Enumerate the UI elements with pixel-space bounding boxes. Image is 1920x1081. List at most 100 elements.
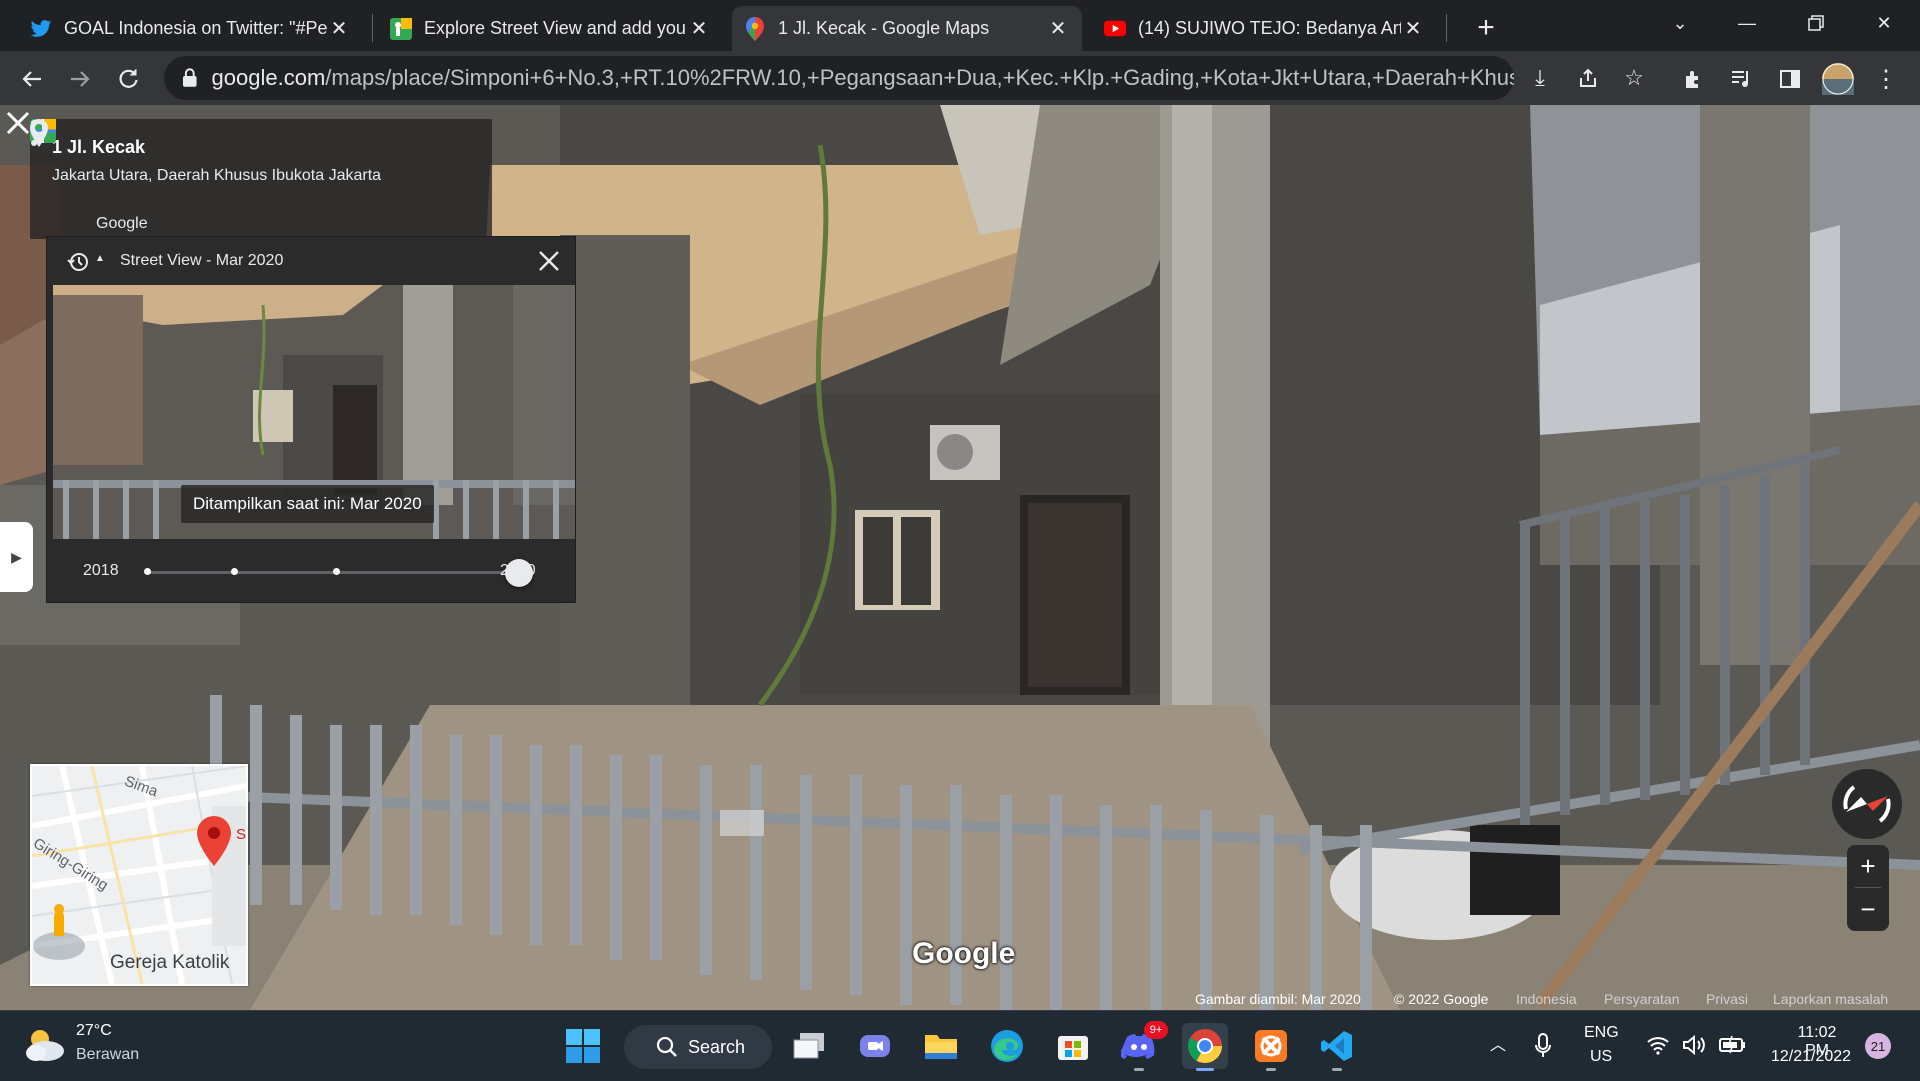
language-indicator[interactable]: ENG bbox=[1584, 1024, 1619, 1042]
keyboard-layout[interactable]: US bbox=[1590, 1048, 1612, 1066]
running-indicator bbox=[1134, 1068, 1144, 1071]
search-icon bbox=[656, 1036, 677, 1057]
weather-description[interactable]: Berawan bbox=[76, 1046, 139, 1064]
weather-cloudy-icon[interactable] bbox=[22, 1025, 68, 1065]
microphone-icon[interactable] bbox=[1534, 1033, 1552, 1059]
street-view-icon bbox=[390, 17, 412, 40]
close-icon[interactable]: ✕ bbox=[1046, 17, 1070, 41]
street-view-panorama[interactable]: 1 Jl. Kecak Jakarta Utara, Daerah Khusus… bbox=[0, 105, 1920, 1010]
back-button[interactable] bbox=[14, 61, 50, 97]
task-view-icon bbox=[793, 1033, 824, 1059]
new-tab-button[interactable]: + bbox=[1468, 10, 1504, 46]
close-icon[interactable]: ✕ bbox=[687, 17, 711, 41]
browser-toolbar: google.com/maps/place/Simponi+6+No.3,+RT… bbox=[0, 51, 1920, 105]
search-label: Search bbox=[688, 1036, 746, 1057]
terms-link[interactable]: Persyaratan bbox=[1604, 991, 1679, 1007]
map-footer: Gambar diambil: Mar 2020 © 2022 Google I… bbox=[0, 989, 1920, 1010]
tab-street-view[interactable]: Explore Street View and add your ✕ bbox=[378, 6, 723, 51]
country-link[interactable]: Indonesia bbox=[1516, 991, 1577, 1007]
map-place-label: Gereja Katolik bbox=[110, 952, 230, 973]
running-indicator bbox=[1332, 1068, 1342, 1071]
folder-icon bbox=[925, 1035, 957, 1059]
chrome-button[interactable] bbox=[1182, 1023, 1228, 1071]
zoom-in-button[interactable]: + bbox=[1847, 845, 1889, 888]
chevron-up-icon[interactable]: ︿ bbox=[1490, 1031, 1506, 1055]
mini-map[interactable]: Sima Giring-Giring Gereja Katolik S bbox=[30, 764, 248, 986]
map-place-label: S bbox=[236, 826, 247, 843]
wifi-icon[interactable] bbox=[1646, 1035, 1670, 1055]
twitter-icon bbox=[30, 18, 52, 40]
discord-button[interactable]: 9+ bbox=[1116, 1021, 1168, 1071]
slider-tick[interactable] bbox=[144, 568, 151, 575]
forward-button[interactable] bbox=[62, 61, 98, 97]
taskbar-search[interactable]: Search bbox=[624, 1025, 772, 1069]
zoom-out-button[interactable]: − bbox=[1847, 888, 1889, 931]
history-icon[interactable] bbox=[67, 251, 89, 273]
tab-twitter[interactable]: GOAL Indonesia on Twitter: "#Per ✕ bbox=[18, 6, 363, 51]
running-indicator bbox=[1266, 1068, 1276, 1071]
caret-up-icon[interactable]: ▲ bbox=[95, 253, 105, 264]
task-view-button[interactable] bbox=[786, 1023, 832, 1069]
volume-icon[interactable] bbox=[1682, 1035, 1706, 1055]
provider-label: Google bbox=[96, 215, 148, 232]
expand-panel-button[interactable]: ▶ bbox=[0, 522, 33, 592]
tab-divider bbox=[372, 14, 373, 42]
time-machine-preview[interactable]: Ditampilkan saat ini: Mar 2020 bbox=[53, 285, 575, 539]
start-button[interactable] bbox=[560, 1023, 606, 1069]
privacy-link[interactable]: Privasi bbox=[1706, 991, 1748, 1007]
report-problem-link[interactable]: Laporkan masalah bbox=[1773, 991, 1888, 1007]
file-explorer-button[interactable] bbox=[918, 1023, 964, 1069]
side-panel-icon[interactable] bbox=[1772, 61, 1808, 97]
xampp-button[interactable] bbox=[1248, 1023, 1294, 1071]
restore-button[interactable] bbox=[1792, 6, 1840, 40]
bookmark-star-icon[interactable]: ☆ bbox=[1616, 56, 1652, 100]
close-window-button[interactable]: ✕ bbox=[1860, 6, 1908, 40]
url-host: google.com bbox=[211, 65, 326, 90]
google-watermark: Google bbox=[912, 937, 1016, 970]
time-machine-panel: ▲ Street View - Mar 2020 Ditampilkan saa… bbox=[46, 236, 576, 603]
lock-icon[interactable] bbox=[182, 68, 198, 88]
slider-tick[interactable] bbox=[333, 568, 340, 575]
media-control-icon[interactable] bbox=[1724, 61, 1760, 97]
discord-notification-badge: 9+ bbox=[1144, 1021, 1168, 1039]
reload-button[interactable] bbox=[110, 61, 146, 97]
compass-control[interactable] bbox=[1832, 769, 1902, 839]
edge-icon bbox=[991, 1030, 1023, 1062]
battery-icon[interactable] bbox=[1718, 1036, 1746, 1054]
tab-youtube[interactable]: (14) SUJIWO TEJO: Bedanya Artis ✕ bbox=[1092, 6, 1437, 51]
place-title: 1 Jl. Kecak bbox=[52, 137, 146, 157]
address-bar[interactable]: google.com/maps/place/Simponi+6+No.3,+RT… bbox=[164, 56, 1514, 100]
microsoft-store-button[interactable] bbox=[1050, 1023, 1096, 1069]
extensions-icon[interactable] bbox=[1676, 61, 1712, 97]
zoom-controls: + − bbox=[1847, 845, 1889, 931]
vscode-button[interactable] bbox=[1314, 1023, 1360, 1071]
tab-google-maps[interactable]: 1 Jl. Kecak - Google Maps ✕ bbox=[732, 6, 1082, 51]
active-indicator bbox=[1196, 1068, 1214, 1071]
teams-chat-button[interactable] bbox=[852, 1023, 898, 1069]
time-machine-title: Street View - Mar 2020 bbox=[120, 252, 284, 269]
menu-icon[interactable]: ⋮ bbox=[1868, 61, 1904, 97]
install-icon[interactable]: ⤓ bbox=[1522, 56, 1558, 100]
edge-button[interactable] bbox=[984, 1023, 1030, 1069]
place-info-card: 1 Jl. Kecak Jakarta Utara, Daerah Khusus… bbox=[30, 119, 492, 239]
year-slider[interactable]: 2018 2020 bbox=[47, 539, 575, 602]
tab-search-chevron-icon[interactable]: ⌄ bbox=[1656, 6, 1704, 40]
slider-tick[interactable] bbox=[231, 568, 238, 575]
close-icon[interactable]: ✕ bbox=[327, 17, 351, 41]
profile-avatar[interactable] bbox=[1820, 61, 1856, 97]
close-icon[interactable]: ✕ bbox=[1401, 17, 1425, 41]
url-text[interactable]: google.com/maps/place/Simponi+6+No.3,+RT… bbox=[212, 65, 1514, 91]
notification-badge[interactable]: 21 bbox=[1865, 1033, 1891, 1059]
chat-icon bbox=[860, 1035, 890, 1057]
share-icon[interactable] bbox=[1570, 56, 1606, 100]
place-address: Jakarta Utara, Daerah Khusus Ibukota Jak… bbox=[52, 167, 382, 184]
compass-icon bbox=[1843, 785, 1891, 823]
clock-date[interactable]: 12/21/2022 bbox=[1766, 1048, 1856, 1066]
slider-end-year: 2020 bbox=[500, 562, 536, 580]
close-street-view-icon[interactable] bbox=[0, 105, 36, 141]
weather-temperature[interactable]: 27°C bbox=[76, 1022, 112, 1040]
close-icon[interactable] bbox=[537, 249, 561, 273]
minimize-button[interactable]: — bbox=[1723, 6, 1771, 40]
youtube-icon bbox=[1104, 18, 1126, 40]
time-machine-caption: Ditampilkan saat ini: Mar 2020 bbox=[181, 485, 434, 523]
